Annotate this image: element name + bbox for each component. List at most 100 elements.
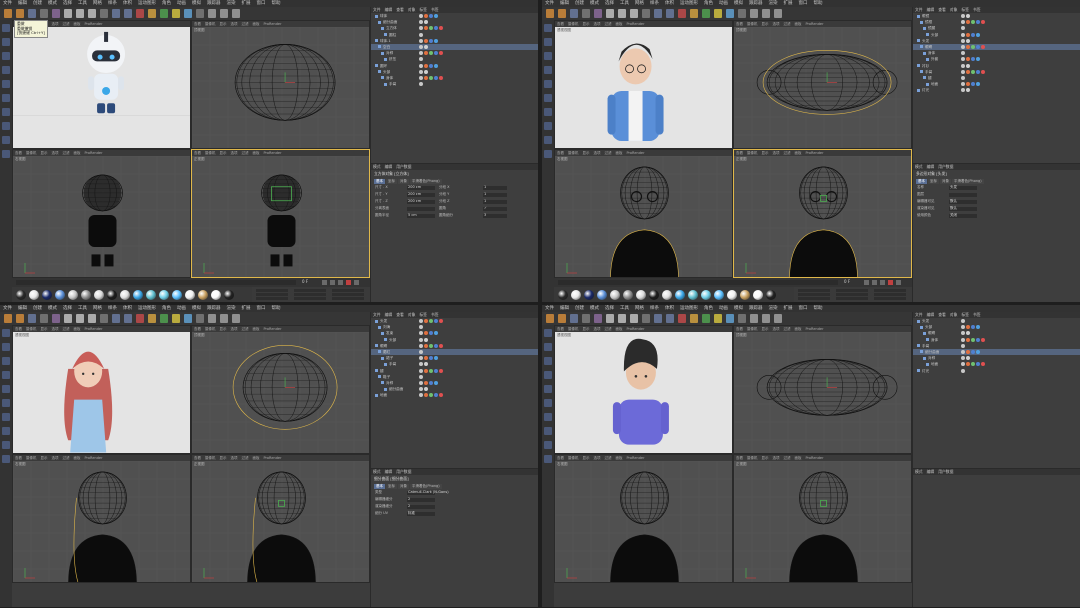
polygon-mode-icon[interactable] <box>544 385 552 393</box>
move-icon[interactable] <box>40 9 48 18</box>
material-swatch[interactable] <box>649 290 659 300</box>
attribute-value-field[interactable]: 关闭 <box>949 213 977 218</box>
attribute-value-field[interactable]: ✓ <box>483 206 507 211</box>
spline-icon[interactable] <box>172 314 180 323</box>
redo-icon[interactable] <box>16 314 24 323</box>
material-swatch[interactable] <box>727 290 737 300</box>
menu-item[interactable]: 运动图形 <box>677 0 701 7</box>
menu-item[interactable]: 跟踪器 <box>204 0 224 7</box>
material-tag-icon[interactable] <box>961 75 965 80</box>
attribute-value-field[interactable]: 默认 <box>949 206 977 211</box>
coordinate-field[interactable] <box>294 289 326 292</box>
model-mode-icon[interactable] <box>2 24 10 32</box>
live-select-icon[interactable] <box>28 314 36 323</box>
attr-menu-item[interactable]: 用户数据 <box>394 164 413 170</box>
redo-icon[interactable] <box>558 314 566 323</box>
material-tag-icon[interactable] <box>429 380 433 385</box>
menu-item[interactable]: 创建 <box>572 305 587 312</box>
material-tag-icon[interactable] <box>966 82 970 87</box>
material-tag-icon[interactable] <box>981 20 985 25</box>
material-tag-icon[interactable] <box>424 331 428 336</box>
material-swatch[interactable] <box>224 290 234 300</box>
material-swatch[interactable] <box>753 290 763 300</box>
menu-item[interactable]: 网格 <box>90 0 105 7</box>
attr-menu-item[interactable]: 用户数据 <box>936 469 955 475</box>
record-icon[interactable] <box>346 280 351 285</box>
axis-z-icon[interactable] <box>642 9 650 18</box>
material-tag-icon[interactable] <box>434 26 438 31</box>
axis-z-icon[interactable] <box>642 314 650 323</box>
material-tag-icon[interactable] <box>976 69 980 74</box>
play-icon[interactable] <box>338 280 343 285</box>
menu-item[interactable]: 扩展 <box>781 305 796 312</box>
menu-item[interactable]: 动画 <box>174 305 189 312</box>
material-tag-icon[interactable] <box>429 368 433 373</box>
material-tag-icon[interactable] <box>961 82 965 87</box>
attribute-value-field[interactable]: 200 cm <box>407 185 435 190</box>
menu-item[interactable]: 帮助 <box>811 0 826 7</box>
menu-item[interactable]: 样条 <box>647 305 662 312</box>
spline-icon[interactable] <box>714 9 722 18</box>
spline-icon[interactable] <box>714 314 722 323</box>
viewport-perspective[interactable]: 查看摄像机显示选项过滤面板ProRender透视视图 <box>12 20 191 149</box>
viewport-right[interactable]: 查看 摄像机 显示 选项 过滤 面板 ProRender 右视图 <box>12 454 191 583</box>
scale-icon[interactable] <box>52 9 60 18</box>
menu-item[interactable]: 窗口 <box>796 305 811 312</box>
coordinate-field[interactable] <box>332 297 364 301</box>
menu-item[interactable]: 动画 <box>716 305 731 312</box>
material-tag-icon[interactable] <box>971 57 975 62</box>
axis-mode-icon[interactable] <box>544 399 552 407</box>
menu-item[interactable]: 动画 <box>716 0 731 7</box>
polygon-mode-icon[interactable] <box>2 80 10 88</box>
attr-menu-item[interactable]: 模式 <box>371 469 383 475</box>
material-tag-icon[interactable] <box>966 69 970 74</box>
coordinate-field[interactable] <box>332 289 364 292</box>
material-tag-icon[interactable] <box>966 14 970 18</box>
nurbs-icon[interactable] <box>726 314 734 323</box>
viewport-front[interactable]: 查看 摄像机 显示 选项 过滤 面板 ProRender 正视图 <box>191 149 370 278</box>
move-icon[interactable] <box>40 314 48 323</box>
viewport-top[interactable]: 查看 摄像机 显示 选项 过滤 面板 ProRender 顶视图 <box>191 20 370 149</box>
material-swatch[interactable] <box>16 290 26 300</box>
attribute-value-field[interactable]: 2 <box>407 504 435 509</box>
coord-icon[interactable] <box>112 9 120 18</box>
attr-menu-item[interactable]: 编辑 <box>925 164 937 170</box>
material-tag-icon[interactable] <box>439 368 443 373</box>
menu-item[interactable]: 模拟 <box>189 305 204 312</box>
coord-icon[interactable] <box>654 314 662 323</box>
cube-icon[interactable] <box>160 9 168 18</box>
material-tag-icon[interactable] <box>961 63 965 68</box>
deformer-icon[interactable] <box>750 314 758 323</box>
menu-item[interactable]: 模式 <box>45 0 60 7</box>
array-icon[interactable] <box>738 314 746 323</box>
render-view-icon[interactable] <box>666 9 674 18</box>
material-tag-icon[interactable] <box>419 14 423 18</box>
menu-item[interactable]: 渲染 <box>766 0 781 7</box>
menu-item[interactable]: 扩展 <box>781 0 796 7</box>
attr-menu-item[interactable]: 用户数据 <box>936 164 955 170</box>
material-tag-icon[interactable] <box>434 75 438 80</box>
light-icon[interactable] <box>774 9 782 18</box>
cube-icon[interactable] <box>702 314 710 323</box>
coordinate-field[interactable] <box>836 293 868 297</box>
menu-item[interactable]: 网格 <box>632 0 647 7</box>
material-tag-icon[interactable] <box>419 362 423 367</box>
model-mode-icon[interactable] <box>2 329 10 337</box>
axis-mode-icon[interactable] <box>2 94 10 102</box>
menu-item[interactable]: 窗口 <box>254 0 269 7</box>
menu-item[interactable]: 帮助 <box>269 0 284 7</box>
attribute-value-field[interactable]: 1 <box>483 199 507 204</box>
snap-icon[interactable] <box>2 108 10 116</box>
attribute-value-field[interactable]: 1 <box>483 192 507 197</box>
material-tag-icon[interactable] <box>424 343 428 348</box>
viewport-right[interactable]: 查看 摄像机 显示 选项 过滤 面板 ProRender 右视图 <box>554 454 733 583</box>
material-tag-icon[interactable] <box>976 337 980 342</box>
menu-item[interactable]: 创建 <box>30 305 45 312</box>
menu-item[interactable]: 模式 <box>587 305 602 312</box>
material-tag-icon[interactable] <box>439 343 443 348</box>
material-tag-icon[interactable] <box>961 69 965 74</box>
light-icon[interactable] <box>774 314 782 323</box>
stop-icon[interactable] <box>330 280 335 285</box>
menu-item[interactable]: 角色 <box>701 305 716 312</box>
menu-item[interactable]: 窗口 <box>254 305 269 312</box>
